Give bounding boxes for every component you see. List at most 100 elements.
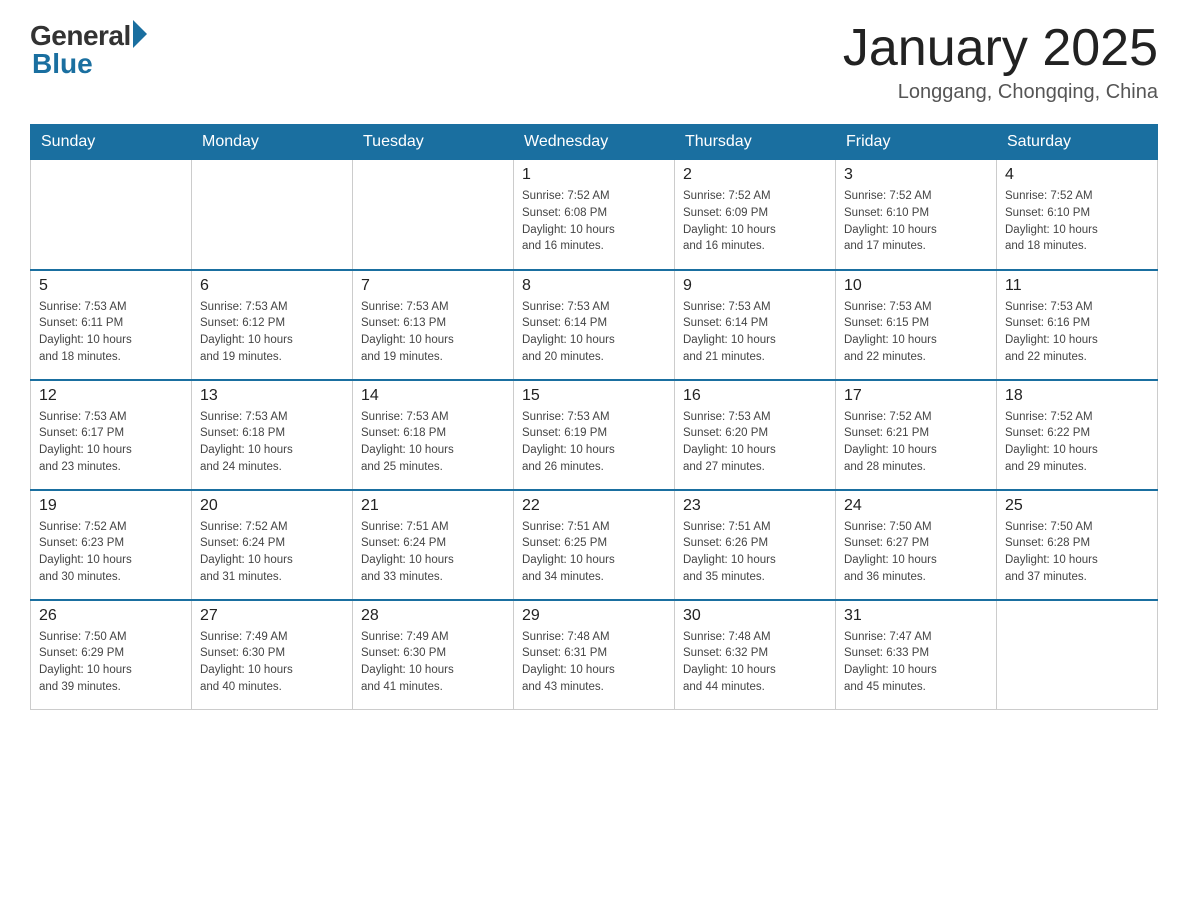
calendar-week-2: 5 Sunrise: 7:53 AM Sunset: 6:11 PM Daylig… [31,270,1158,380]
day-number: 17 [844,387,988,405]
day-number: 5 [39,277,183,295]
day-cell-13: 13 Sunrise: 7:53 AM Sunset: 6:18 PM Dayli… [192,380,353,490]
day-info: Sunrise: 7:53 AM Sunset: 6:11 PM Dayligh… [39,299,183,366]
day-info: Sunrise: 7:53 AM Sunset: 6:13 PM Dayligh… [361,299,505,366]
day-cell-23: 23 Sunrise: 7:51 AM Sunset: 6:26 PM Dayli… [675,490,836,600]
logo-triangle-icon [133,20,147,48]
day-number: 21 [361,497,505,515]
day-info: Sunrise: 7:52 AM Sunset: 6:23 PM Dayligh… [39,519,183,586]
weekday-header-tuesday: Tuesday [353,125,514,160]
day-cell-25: 25Sunrise: 7:50 AM Sunset: 6:28 PM Dayli… [997,490,1158,600]
day-info: Sunrise: 7:49 AM Sunset: 6:30 PM Dayligh… [200,629,344,696]
day-info: Sunrise: 7:53 AM Sunset: 6:19 PM Dayligh… [522,409,666,476]
day-number: 24 [844,497,988,515]
day-cell-6: 6 Sunrise: 7:53 AM Sunset: 6:12 PM Daylig… [192,270,353,380]
day-info: Sunrise: 7:52 AM Sunset: 6:08 PM Dayligh… [522,188,666,255]
empty-cell [353,160,514,270]
day-info: Sunrise: 7:47 AM Sunset: 6:33 PM Dayligh… [844,629,988,696]
day-info: Sunrise: 7:51 AM Sunset: 6:26 PM Dayligh… [683,519,827,586]
day-number: 27 [200,607,344,625]
calendar-week-3: 12Sunrise: 7:53 AM Sunset: 6:17 PM Dayli… [31,380,1158,490]
day-info: Sunrise: 7:52 AM Sunset: 6:10 PM Dayligh… [1005,188,1149,255]
day-info: Sunrise: 7:52 AM Sunset: 6:09 PM Dayligh… [683,188,827,255]
day-info: Sunrise: 7:50 AM Sunset: 6:27 PM Dayligh… [844,519,988,586]
title-section: January 2025 Longgang, Chongqing, China [843,20,1158,104]
day-cell-27: 27 Sunrise: 7:49 AM Sunset: 6:30 PM Dayli… [192,600,353,710]
logo-blue-text: Blue [32,48,93,80]
calendar-week-1: 1 Sunrise: 7:52 AM Sunset: 6:08 PM Daylig… [31,160,1158,270]
day-number: 7 [361,277,505,295]
day-cell-16: 16 Sunrise: 7:53 AM Sunset: 6:20 PM Dayli… [675,380,836,490]
day-info: Sunrise: 7:52 AM Sunset: 6:21 PM Dayligh… [844,409,988,476]
day-number: 14 [361,387,505,405]
day-cell-26: 26 Sunrise: 7:50 AM Sunset: 6:29 PM Dayli… [31,600,192,710]
day-info: Sunrise: 7:53 AM Sunset: 6:20 PM Dayligh… [683,409,827,476]
day-cell-10: 10Sunrise: 7:53 AM Sunset: 6:15 PM Dayli… [836,270,997,380]
day-number: 30 [683,607,827,625]
empty-cell [192,160,353,270]
day-info: Sunrise: 7:51 AM Sunset: 6:24 PM Dayligh… [361,519,505,586]
empty-cell [31,160,192,270]
day-info: Sunrise: 7:48 AM Sunset: 6:31 PM Dayligh… [522,629,666,696]
weekday-header-row: SundayMondayTuesdayWednesdayThursdayFrid… [31,125,1158,160]
day-cell-17: 17 Sunrise: 7:52 AM Sunset: 6:21 PM Dayli… [836,380,997,490]
day-cell-14: 14 Sunrise: 7:53 AM Sunset: 6:18 PM Dayli… [353,380,514,490]
day-info: Sunrise: 7:52 AM Sunset: 6:22 PM Dayligh… [1005,409,1149,476]
weekday-header-wednesday: Wednesday [514,125,675,160]
day-cell-28: 28 Sunrise: 7:49 AM Sunset: 6:30 PM Dayli… [353,600,514,710]
day-info: Sunrise: 7:50 AM Sunset: 6:29 PM Dayligh… [39,629,183,696]
day-cell-12: 12Sunrise: 7:53 AM Sunset: 6:17 PM Dayli… [31,380,192,490]
day-cell-31: 31 Sunrise: 7:47 AM Sunset: 6:33 PM Dayli… [836,600,997,710]
day-number: 15 [522,387,666,405]
day-cell-4: 4 Sunrise: 7:52 AM Sunset: 6:10 PM Daylig… [997,160,1158,270]
day-number: 2 [683,166,827,184]
day-number: 26 [39,607,183,625]
day-number: 28 [361,607,505,625]
day-number: 25 [1005,497,1149,515]
day-info: Sunrise: 7:48 AM Sunset: 6:32 PM Dayligh… [683,629,827,696]
day-number: 31 [844,607,988,625]
day-number: 20 [200,497,344,515]
day-number: 12 [39,387,183,405]
day-number: 13 [200,387,344,405]
calendar-title: January 2025 [843,20,1158,77]
calendar-header: SundayMondayTuesdayWednesdayThursdayFrid… [31,125,1158,160]
day-number: 8 [522,277,666,295]
day-info: Sunrise: 7:52 AM Sunset: 6:10 PM Dayligh… [844,188,988,255]
day-number: 3 [844,166,988,184]
calendar-body: 1 Sunrise: 7:52 AM Sunset: 6:08 PM Daylig… [31,160,1158,710]
day-cell-22: 22Sunrise: 7:51 AM Sunset: 6:25 PM Dayli… [514,490,675,600]
day-number: 1 [522,166,666,184]
day-number: 11 [1005,277,1149,295]
day-info: Sunrise: 7:53 AM Sunset: 6:14 PM Dayligh… [522,299,666,366]
day-number: 23 [683,497,827,515]
weekday-header-thursday: Thursday [675,125,836,160]
day-number: 22 [522,497,666,515]
calendar-table: SundayMondayTuesdayWednesdayThursdayFrid… [30,124,1158,710]
weekday-header-friday: Friday [836,125,997,160]
day-cell-8: 8 Sunrise: 7:53 AM Sunset: 6:14 PM Daylig… [514,270,675,380]
calendar-week-4: 19Sunrise: 7:52 AM Sunset: 6:23 PM Dayli… [31,490,1158,600]
day-cell-5: 5 Sunrise: 7:53 AM Sunset: 6:11 PM Daylig… [31,270,192,380]
day-info: Sunrise: 7:53 AM Sunset: 6:18 PM Dayligh… [200,409,344,476]
day-cell-7: 7 Sunrise: 7:53 AM Sunset: 6:13 PM Daylig… [353,270,514,380]
day-number: 6 [200,277,344,295]
day-cell-1: 1 Sunrise: 7:52 AM Sunset: 6:08 PM Daylig… [514,160,675,270]
day-number: 16 [683,387,827,405]
day-number: 4 [1005,166,1149,184]
day-info: Sunrise: 7:49 AM Sunset: 6:30 PM Dayligh… [361,629,505,696]
logo: General Blue [30,20,147,80]
day-cell-9: 9 Sunrise: 7:53 AM Sunset: 6:14 PM Daylig… [675,270,836,380]
day-info: Sunrise: 7:53 AM Sunset: 6:14 PM Dayligh… [683,299,827,366]
day-cell-30: 30 Sunrise: 7:48 AM Sunset: 6:32 PM Dayli… [675,600,836,710]
day-info: Sunrise: 7:53 AM Sunset: 6:12 PM Dayligh… [200,299,344,366]
day-cell-15: 15 Sunrise: 7:53 AM Sunset: 6:19 PM Dayli… [514,380,675,490]
calendar-subtitle: Longgang, Chongqing, China [843,81,1158,104]
day-number: 18 [1005,387,1149,405]
day-cell-29: 29Sunrise: 7:48 AM Sunset: 6:31 PM Dayli… [514,600,675,710]
day-info: Sunrise: 7:53 AM Sunset: 6:18 PM Dayligh… [361,409,505,476]
day-cell-19: 19Sunrise: 7:52 AM Sunset: 6:23 PM Dayli… [31,490,192,600]
weekday-header-monday: Monday [192,125,353,160]
day-number: 9 [683,277,827,295]
day-cell-24: 24 Sunrise: 7:50 AM Sunset: 6:27 PM Dayli… [836,490,997,600]
